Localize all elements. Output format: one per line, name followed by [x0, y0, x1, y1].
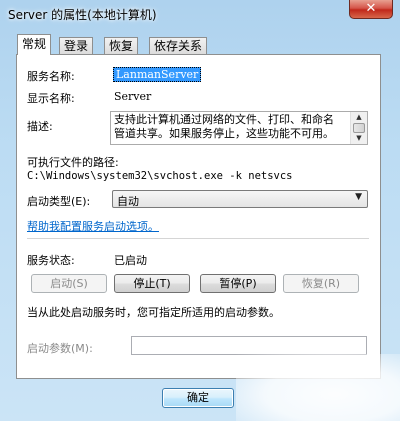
startup-type-label: 启动类型(E):	[27, 195, 91, 208]
ok-button[interactable]: 确定	[162, 388, 234, 408]
stop-button[interactable]: 停止(T)	[114, 274, 190, 293]
description-label: 描述:	[27, 120, 53, 133]
ok-button-label: 确定	[187, 391, 209, 404]
start-button-label: 启动(S)	[50, 277, 88, 290]
scroll-down-icon[interactable]: ▼	[351, 133, 367, 144]
display-name-label: 显示名称:	[27, 92, 75, 105]
service-status-value: 已启动	[114, 254, 147, 267]
pause-button-label: 暂停(P)	[219, 277, 257, 290]
description-scrollbar[interactable]: ▲ ▼	[350, 112, 367, 144]
help-configure-startup-link[interactable]: 帮助我配置服务启动选项。	[27, 218, 159, 234]
display-name-value: Server	[114, 90, 152, 103]
stop-button-label: 停止(T)	[133, 277, 171, 290]
tab-general-label: 常规	[22, 37, 47, 51]
title-bar: Server 的属性(本地计算机) ✕	[0, 0, 400, 30]
scroll-thumb[interactable]	[353, 123, 365, 133]
service-status-label: 服务状态:	[27, 254, 75, 267]
start-params-note: 当从此处启动服务时，您可指定所适用的启动参数。	[27, 306, 280, 319]
service-name-value[interactable]: LanmanServer	[113, 67, 202, 82]
chevron-down-icon: ▼	[355, 192, 362, 202]
resume-button[interactable]: 恢复(R)	[283, 274, 359, 293]
description-text: 支持此计算机通过网络的文件、打印、和命名管道共享。如果服务停止，这些功能不可用。	[114, 113, 334, 140]
divider	[27, 238, 369, 239]
close-button[interactable]: ✕	[349, 0, 393, 19]
startup-type-select[interactable]: 自动 ▼	[112, 190, 368, 208]
tab-general[interactable]: 常规	[17, 34, 52, 55]
startup-type-value: 自动	[117, 195, 139, 208]
tab-logon-label: 登录	[64, 39, 89, 53]
start-button[interactable]: 启动(S)	[31, 274, 107, 293]
tab-logon[interactable]: 登录	[59, 37, 94, 54]
window-title: Server 的属性(本地计算机)	[8, 8, 157, 22]
description-box[interactable]: 支持此计算机通过网络的文件、打印、和命名管道共享。如果服务停止，这些功能不可用。…	[110, 111, 368, 145]
path-label: 可执行文件的路径:	[27, 156, 119, 169]
path-value: C:\Windows\system32\svchost.exe -k netsv…	[27, 170, 293, 182]
scroll-up-icon[interactable]: ▲	[351, 112, 367, 123]
start-params-input[interactable]	[131, 336, 367, 355]
tab-dependencies-label: 依存关系	[154, 39, 203, 53]
tab-recovery[interactable]: 恢复	[104, 37, 139, 54]
resume-button-label: 恢复(R)	[301, 277, 341, 290]
close-icon: ✕	[365, 1, 377, 16]
start-params-label: 启动参数(M):	[27, 342, 93, 355]
tab-dependencies[interactable]: 依存关系	[149, 37, 208, 54]
pause-button[interactable]: 暂停(P)	[200, 274, 276, 293]
service-name-label: 服务名称:	[27, 70, 75, 83]
tab-recovery-label: 恢复	[109, 39, 134, 53]
